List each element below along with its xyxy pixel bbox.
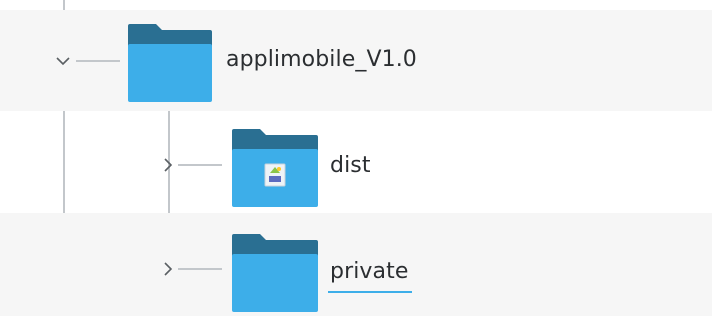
chevron-right-icon[interactable] bbox=[157, 154, 179, 176]
tree-guide-connector bbox=[76, 60, 120, 62]
tree-guide-connector bbox=[178, 164, 222, 166]
image-file-emblem-icon bbox=[264, 163, 286, 187]
tree-item-dist[interactable]: dist bbox=[0, 111, 712, 213]
tree-item-applimobile[interactable]: applimobile_V1.0 bbox=[0, 10, 712, 111]
tree-item-private[interactable]: private bbox=[0, 213, 712, 316]
chevron-right-icon[interactable] bbox=[157, 258, 179, 280]
folder-tree: applimobile_V1.0 dist private bbox=[0, 0, 712, 316]
folder-icon bbox=[126, 22, 214, 104]
tree-item-label: dist bbox=[330, 153, 371, 178]
folder-icon bbox=[230, 232, 320, 314]
tree-item-rename-field[interactable]: private bbox=[327, 258, 413, 293]
tree-item-label: applimobile_V1.0 bbox=[226, 47, 417, 72]
chevron-down-icon[interactable] bbox=[52, 50, 74, 72]
tree-guide-connector bbox=[178, 268, 222, 270]
